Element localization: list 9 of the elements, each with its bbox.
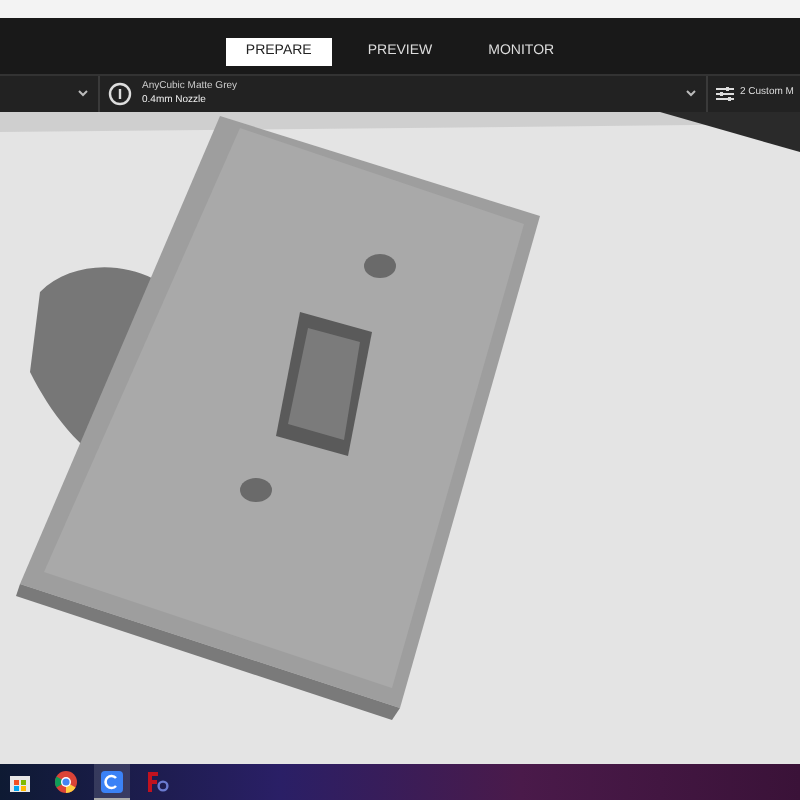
taskbar-item[interactable] [94,764,130,800]
extruder-icon [108,82,132,106]
slicer-app-icon[interactable] [100,769,124,793]
sliders-icon [716,86,734,102]
viewer-app-icon[interactable] [146,770,170,794]
store-icon[interactable] [8,770,32,794]
chevron-down-icon [686,90,696,98]
browser-icon[interactable] [54,770,78,794]
chevron-down-icon [78,90,88,98]
